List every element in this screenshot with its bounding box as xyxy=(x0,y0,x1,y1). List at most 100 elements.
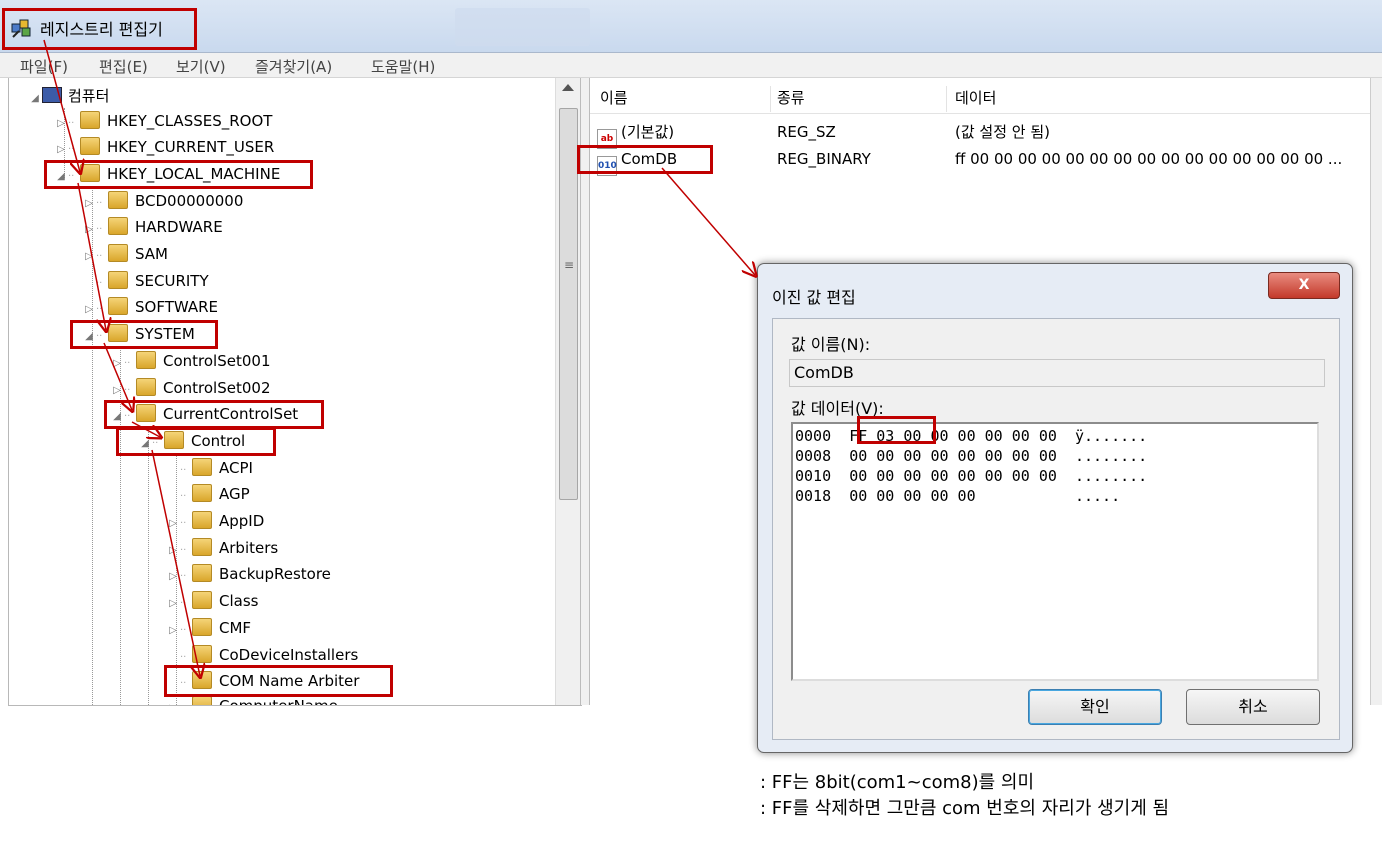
highlight-box xyxy=(577,145,713,174)
tree-node-label: CoDeviceInstallers xyxy=(219,646,359,664)
notes: : FF는 8bit(com1~com8)를 의미 : FF를 삭제하면 그만큼… xyxy=(760,770,1169,822)
tree-node-security[interactable]: ·· SECURITY xyxy=(82,269,209,293)
expand-arrow-icon[interactable]: ▷ xyxy=(166,697,180,705)
expand-arrow-icon[interactable]: ▷ xyxy=(54,112,68,136)
tree-node-label: ControlSet001 xyxy=(163,352,271,370)
folder-icon xyxy=(192,484,212,502)
tree-node-label: 컴퓨터 xyxy=(68,87,110,105)
value-type: REG_SZ xyxy=(777,123,836,141)
hex-row: 0010 00 00 00 00 00 00 00 00 ........ xyxy=(795,467,1148,485)
tree-node-acpi[interactable]: ·· ACPI xyxy=(166,456,253,480)
tree-node-backuprestore[interactable]: ▷ ·· BackupRestore xyxy=(166,562,331,586)
menu-favorites[interactable]: 즐겨찾기(A) xyxy=(255,56,332,77)
hex-row: 0018 00 00 00 00 00 ..... xyxy=(795,487,1121,505)
folder-icon xyxy=(136,378,156,396)
folder-icon xyxy=(192,618,212,636)
scroll-up-arrow-icon[interactable] xyxy=(562,84,574,91)
column-header-data[interactable]: 데이터 xyxy=(955,83,996,113)
tree-node-label: HARDWARE xyxy=(135,218,223,236)
tree-node-label: SECURITY xyxy=(135,272,209,290)
tree-node-label: BackupRestore xyxy=(219,565,331,583)
tree-node-label: AGP xyxy=(219,485,250,503)
tree-node-label: BCD00000000 xyxy=(135,192,244,210)
tree-node-agp[interactable]: ·· AGP xyxy=(166,482,250,506)
scroll-thumb[interactable] xyxy=(559,108,578,500)
tree-node-hardware[interactable]: ▷ ·· HARDWARE xyxy=(82,215,223,239)
highlight-box xyxy=(2,8,197,50)
menu-help[interactable]: 도움말(H) xyxy=(371,56,435,77)
tree-node-sam[interactable]: ▷ ·· SAM xyxy=(82,242,168,266)
expand-arrow-icon[interactable]: ▷ xyxy=(166,619,180,643)
expand-arrow-icon[interactable]: ▷ xyxy=(166,539,180,563)
expand-arrow-icon[interactable]: ▷ xyxy=(82,192,96,216)
collapse-arrow-icon[interactable]: ◢ xyxy=(28,87,42,111)
tree-node-label: ControlSet002 xyxy=(163,379,271,397)
note-line: : FF는 8bit(com1~com8)를 의미 xyxy=(760,772,1035,793)
folder-icon xyxy=(192,538,212,556)
tree-node-label: AppID xyxy=(219,512,265,530)
expand-arrow-icon[interactable]: ▷ xyxy=(166,512,180,536)
tree-node-label: CMF xyxy=(219,619,252,637)
folder-icon xyxy=(192,696,212,705)
note-line: : FF를 삭제하면 그만큼 com 번호의 자리가 생기게 됨 xyxy=(760,798,1170,819)
menu-edit[interactable]: 편집(E) xyxy=(99,56,148,77)
hex-editor[interactable]: 0000 FF 03 00 00 00 00 00 00 ÿ....... 00… xyxy=(791,422,1319,681)
taskbar-thumbnail xyxy=(455,8,590,46)
tree-node-hkey-current-user[interactable]: ▷ ·· HKEY_CURRENT_USER xyxy=(54,135,274,159)
expand-arrow-icon[interactable]: ▷ xyxy=(82,245,96,269)
tree-node-controlset001[interactable]: ▷ ·· ControlSet001 xyxy=(110,349,270,373)
column-header-type[interactable]: 종류 xyxy=(777,83,805,113)
column-header-name[interactable]: 이름 xyxy=(600,83,628,113)
folder-icon xyxy=(192,458,212,476)
highlight-box xyxy=(116,427,276,456)
computer-icon xyxy=(42,87,62,103)
tree-node-cmf[interactable]: ▷ ·· CMF xyxy=(166,616,251,640)
value-data: ff 00 00 00 00 00 00 00 00 00 00 00 00 0… xyxy=(955,150,1343,168)
folder-icon xyxy=(108,191,128,209)
expand-arrow-icon[interactable]: ▷ xyxy=(110,352,124,376)
expand-arrow-icon[interactable]: ▷ xyxy=(82,298,96,322)
hex-row: 0008 00 00 00 00 00 00 00 00 ........ xyxy=(795,447,1148,465)
hex-row: 0000 FF 03 00 00 00 00 00 00 ÿ....... xyxy=(795,427,1148,445)
expand-arrow-icon[interactable]: ▷ xyxy=(54,138,68,162)
tree-node-label: Class xyxy=(219,592,259,610)
close-icon[interactable]: X xyxy=(1268,272,1340,299)
tree-node-appid[interactable]: ▷ ·· AppID xyxy=(166,509,264,533)
cancel-button[interactable]: 취소 xyxy=(1186,689,1320,725)
tree-node-label: SOFTWARE xyxy=(135,298,219,316)
value-row-default[interactable]: ab (기본값) xyxy=(597,119,674,149)
ok-button[interactable]: 확인 xyxy=(1028,689,1162,725)
highlight-box xyxy=(104,400,324,429)
tree-node-codeviceinstallers[interactable]: ·· CoDeviceInstallers xyxy=(166,643,358,667)
tree-node-hkey-classes-root[interactable]: ▷ ·· HKEY_CLASSES_ROOT xyxy=(54,109,272,133)
tree-node-label: ACPI xyxy=(219,459,253,477)
expand-arrow-icon[interactable]: ▷ xyxy=(82,218,96,242)
folder-icon xyxy=(80,137,100,155)
tree-node-label: SAM xyxy=(135,245,169,263)
tree-node-software[interactable]: ▷ ·· SOFTWARE xyxy=(82,295,218,319)
highlight-box xyxy=(44,160,313,189)
dialog-title: 이진 값 편집 xyxy=(772,288,856,307)
value-name-field[interactable]: ComDB xyxy=(789,359,1325,387)
tree-node-arbiters[interactable]: ▷ ·· Arbiters xyxy=(166,536,278,560)
menu-view[interactable]: 보기(V) xyxy=(176,56,226,77)
highlight-box xyxy=(70,320,218,349)
tree-node-class[interactable]: ▷ ·· Class xyxy=(166,589,258,613)
tree-node-computer[interactable]: ◢ 컴퓨터 xyxy=(28,84,109,108)
value-name-label: 값 이름(N): xyxy=(791,335,871,354)
expand-arrow-icon[interactable]: ▷ xyxy=(166,592,180,616)
tree-node-controlset002[interactable]: ▷ ·· ControlSet002 xyxy=(110,376,270,400)
tree-node-bcd[interactable]: ▷ ·· BCD00000000 xyxy=(82,189,243,213)
title-bar: 레지스트리 편집기 xyxy=(0,0,1382,53)
menu-file[interactable]: 파일(F) xyxy=(20,56,68,77)
folder-icon xyxy=(192,564,212,582)
folder-icon xyxy=(108,244,128,262)
highlight-box xyxy=(164,665,393,697)
folder-icon xyxy=(192,591,212,609)
dialog-body: 값 이름(N): ComDB 값 데이터(V): 0000 FF 03 00 0… xyxy=(772,318,1340,740)
folder-icon xyxy=(192,645,212,663)
expand-arrow-icon[interactable]: ▷ xyxy=(166,565,180,589)
value-data: (값 설정 안 됨) xyxy=(955,123,1051,141)
scroll-grip-icon: ≡ xyxy=(564,258,575,272)
tree-node-label: HKEY_CURRENT_USER xyxy=(107,138,275,156)
